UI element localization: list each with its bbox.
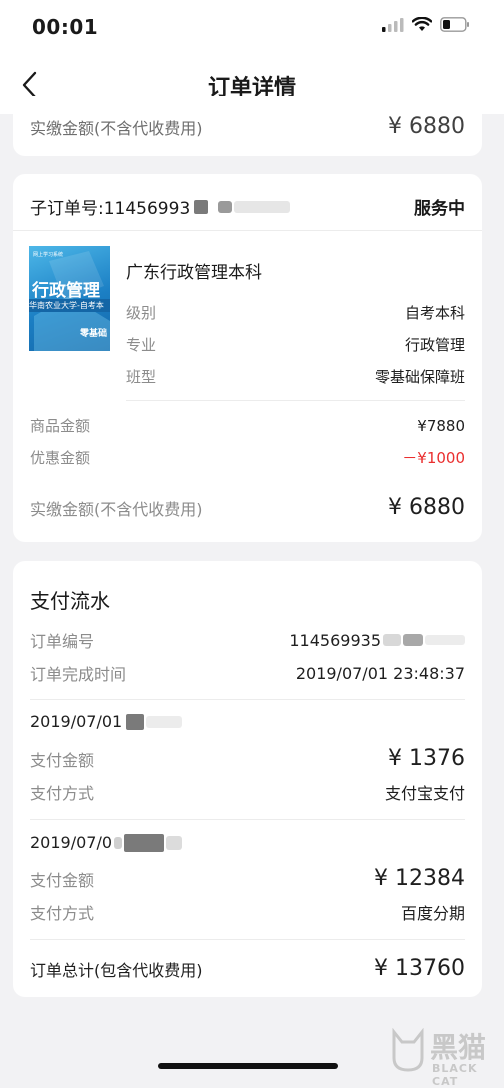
thumbnail-logo: 零基础: [79, 329, 107, 339]
paid-amount-label: 实缴金额(不含代收费用): [30, 499, 203, 519]
discount-label: 优惠金额: [30, 449, 91, 467]
paid-amount-value: ¥ 6880: [388, 114, 465, 139]
watermark-sub: BLACK CAT: [432, 1062, 478, 1088]
payment-amount-label: 支付金额: [30, 750, 95, 770]
payment-amount-value: ¥ 1376: [388, 746, 465, 771]
payment-amount-value: ¥ 12384: [374, 866, 465, 891]
status-icons: [382, 17, 470, 32]
redaction: [194, 199, 209, 214]
redaction: [146, 715, 183, 728]
redaction: [126, 713, 145, 730]
redaction: [166, 835, 183, 850]
watermark-main: 黑猫: [430, 1031, 487, 1064]
home-indicator[interactable]: [158, 1063, 338, 1069]
divider: [30, 939, 465, 940]
redaction: [124, 833, 165, 852]
complete-time-value: 2019/07/01 23:48:37: [295, 663, 465, 683]
payment-record-date: 2019/07/0: [30, 833, 183, 852]
status-bar: 00:01: [0, 0, 504, 56]
price-value: ¥7880: [417, 416, 465, 435]
divider: [13, 230, 482, 231]
cellular-signal-icon: [382, 17, 404, 32]
divider: [126, 400, 465, 401]
payment-amount-label: 支付金额: [30, 870, 95, 890]
order-status-badge: 服务中: [414, 199, 465, 219]
status-time: 00:01: [32, 15, 99, 39]
payment-flow-card: 支付流水 订单编号 114569935 订单完成时间 2019/07/01 23…: [13, 561, 482, 997]
black-cat-logo-icon: [392, 1028, 424, 1072]
redaction: [425, 635, 465, 645]
redaction: [403, 634, 423, 646]
divider: [30, 819, 465, 820]
redaction: [383, 634, 401, 646]
attr-label-major: 专业: [126, 336, 157, 354]
thumbnail-banner: 行政管理: [32, 281, 100, 301]
order-no-label: 订单编号: [30, 632, 95, 651]
payment-record-date: 2019/07/01: [30, 712, 183, 731]
paid-amount-label: 实缴金额(不含代收费用): [30, 118, 203, 138]
complete-time-label: 订单完成时间: [30, 665, 127, 684]
redaction: [114, 836, 123, 849]
order-total-label: 订单总计(包含代收费用): [30, 960, 203, 980]
attr-value-level: 自考本科: [404, 304, 465, 322]
order-total-value: ¥ 13760: [374, 956, 465, 981]
thumbnail-small-text: 网上学习系统: [33, 252, 64, 258]
order-no-value: 114569935: [289, 630, 381, 650]
product-name: 广东行政管理本科: [126, 263, 262, 283]
black-cat-watermark: 黑猫 BLACK CAT: [388, 1026, 498, 1088]
price-label: 商品金额: [30, 417, 91, 435]
payment-flow-title: 支付流水: [30, 589, 110, 613]
attr-value-class: 零基础保障班: [374, 368, 465, 386]
payment-method-value: 支付宝支付: [384, 784, 465, 803]
previous-order-card: 实缴金额(不含代收费用) ¥ 6880: [13, 96, 482, 156]
product-thumbnail[interactable]: 网上学习系统 行政管理 华南农业大学-自考本 零基础: [29, 246, 110, 351]
divider: [30, 699, 465, 700]
payment-method-value: 百度分期: [400, 904, 465, 923]
wifi-icon: [412, 17, 432, 31]
battery-icon: [440, 17, 469, 32]
redaction: [234, 200, 291, 213]
sub-order-card: 子订单号:11456993 服务中 网上学习系统 行政管理 华南农业大学-自考本…: [13, 174, 482, 542]
attr-label-level: 级别: [126, 304, 157, 322]
attr-label-class: 班型: [126, 368, 157, 386]
attr-value-major: 行政管理: [404, 336, 465, 354]
paid-amount-value: ¥ 6880: [388, 495, 465, 520]
thumbnail-caption: 华南农业大学-自考本: [29, 299, 110, 312]
payment-method-label: 支付方式: [30, 784, 95, 803]
payment-method-label: 支付方式: [30, 904, 95, 923]
sub-order-number: 子订单号:11456993: [30, 199, 191, 219]
discount-value: －¥1000: [402, 449, 465, 467]
redaction: [218, 200, 233, 213]
